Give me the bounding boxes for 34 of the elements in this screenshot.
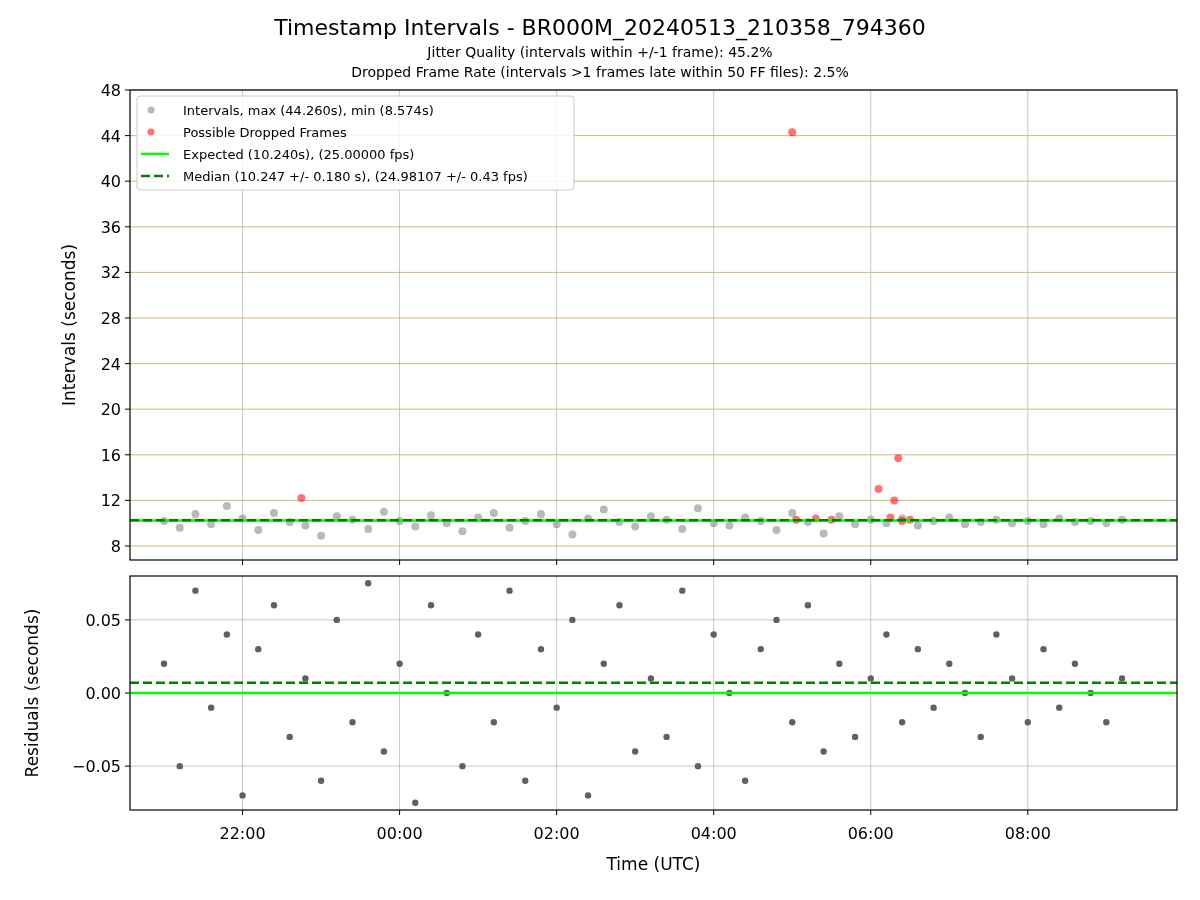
y-tick-label: 16 (100, 445, 121, 465)
legend-label: Median (10.247 +/- 0.180 s), (24.98107 +/- 0.43 fps) (183, 168, 528, 184)
y-axis-label: Residuals (seconds) (22, 608, 42, 778)
x-tick-label: 04:00 (690, 824, 737, 843)
y-tick-label: 8 (110, 537, 121, 556)
y-tick-label: 32 (100, 263, 121, 283)
x-tick-label: 08:00 (1004, 824, 1051, 843)
legend-line-icon (141, 174, 169, 178)
legend-marker-icon (147, 128, 155, 136)
legend-line-icon (141, 152, 169, 156)
legend-label: Intervals, max (44.260s), min (8.574s) (183, 102, 434, 118)
x-tick-label: 00:00 (376, 824, 423, 843)
y-tick-label: 40 (100, 172, 121, 192)
y-tick-label: 0.00 (85, 684, 121, 703)
legend-label: Expected (10.240s), (25.00000 fps) (183, 146, 415, 162)
x-tick-label: 02:00 (533, 824, 580, 843)
y-tick-label: −0.05 (71, 757, 121, 777)
y-axis-label: Intervals (seconds) (59, 243, 79, 407)
y-tick-label: 36 (100, 217, 121, 237)
y-tick-label: 24 (100, 354, 121, 374)
x-axis-label: Time (UTC) (606, 854, 701, 874)
y-tick-label: 28 (100, 309, 121, 328)
y-tick-label: 44 (100, 126, 121, 146)
chart-subtitle: Jitter Quality (intervals within +/-1 frame): 45.2% (427, 43, 773, 62)
legend-marker-icon (147, 106, 155, 114)
y-tick-label: 20 (100, 400, 121, 420)
y-tick-label: 0.05 (85, 610, 121, 630)
x-tick-label: 06:00 (847, 824, 894, 843)
y-tick-label: 48 (100, 81, 121, 100)
y-tick-label: 12 (100, 491, 121, 511)
x-tick-label: 22:00 (219, 824, 266, 843)
chart-subtitle: Dropped Frame Rate (intervals >1 frames late within 50 FF files): 2.5% (351, 63, 849, 82)
chart-title: Timestamp Intervals - BR000M_20240513_210358_794360 (274, 14, 926, 42)
legend-label: Possible Dropped Frames (183, 124, 347, 140)
